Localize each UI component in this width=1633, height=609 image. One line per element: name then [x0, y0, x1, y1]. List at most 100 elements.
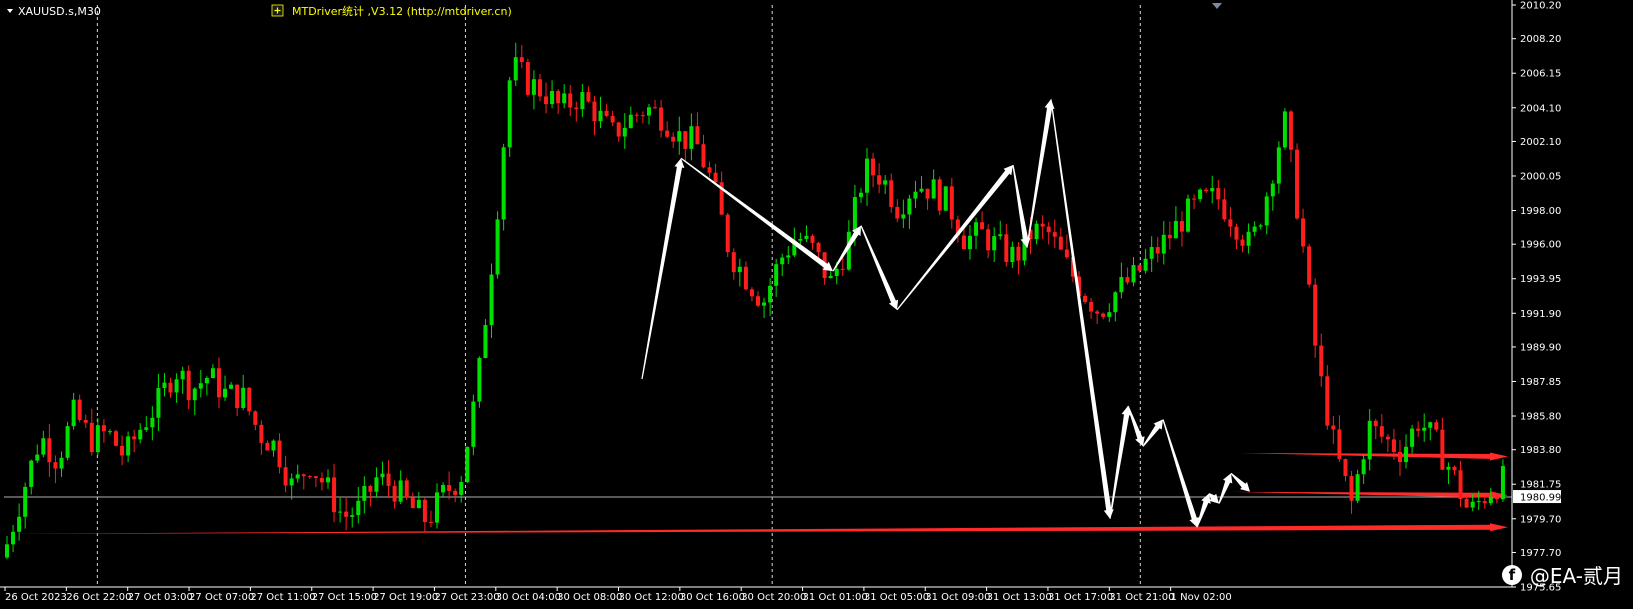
- candle-bull: [513, 57, 518, 81]
- candle-bear: [332, 477, 337, 513]
- candle-bear: [665, 130, 670, 137]
- watermark: f @EA-贰月: [1501, 560, 1623, 589]
- candle-bear: [1222, 199, 1227, 220]
- candle-bull: [1198, 189, 1203, 200]
- chart-canvas[interactable]: 2010.20 2008.20 2006.15 2004.10 2002.10 2000.…: [0, 0, 1633, 605]
- candle-bull: [71, 399, 76, 427]
- candle-bull: [23, 486, 28, 517]
- candle-bull: [495, 219, 500, 275]
- candle-bear: [386, 473, 391, 486]
- candle-bear: [1301, 218, 1306, 247]
- candle-bear: [949, 186, 954, 220]
- candle-bull: [1186, 198, 1191, 232]
- candle-bear: [1379, 426, 1384, 437]
- zigzag-arrow: [1012, 164, 1031, 248]
- time-label: 31 Oct 01:00: [803, 592, 868, 603]
- time-label: 31 Oct 21:00: [1109, 592, 1174, 603]
- candle-bear: [871, 158, 876, 176]
- candle-bear: [1101, 313, 1106, 317]
- candle-bear: [447, 485, 452, 491]
- zigzag-arrow: [1109, 405, 1132, 519]
- price-label: 1989.90: [1520, 342, 1561, 353]
- candle-bear: [961, 235, 966, 250]
- price-label: 2000.05: [1520, 171, 1561, 182]
- candle-bear: [1385, 436, 1390, 440]
- candle-bear: [1295, 149, 1300, 219]
- candle-bull: [1264, 196, 1269, 226]
- watermark-text: @EA-贰月: [1529, 564, 1623, 588]
- candle-bear: [235, 384, 240, 408]
- candle-bear: [168, 382, 173, 393]
- indicator-label: MTDriver统计 ,V3.12 (http://mtdriver.cn): [292, 5, 512, 18]
- candle-bear: [1204, 189, 1209, 192]
- candle-bull: [1246, 231, 1251, 246]
- zigzag-arrows-layer: [641, 99, 1250, 528]
- candle-bull: [441, 485, 446, 493]
- candle-bull: [356, 500, 361, 516]
- candles-layer: [5, 42, 1505, 560]
- candle-bear: [1058, 236, 1063, 250]
- zigzag-arrow: [860, 225, 899, 310]
- candle-bull: [1476, 501, 1481, 503]
- candle-bear: [1331, 425, 1336, 430]
- zigzag-arrow: [680, 157, 833, 272]
- candle-bear: [695, 126, 700, 145]
- candle-bear: [344, 511, 349, 517]
- candle-bear: [1434, 422, 1439, 430]
- candle-bear: [519, 57, 524, 63]
- candle-bear: [1046, 226, 1051, 233]
- candle-bear: [707, 167, 712, 173]
- candle-bear: [283, 467, 288, 486]
- candle-bear: [301, 474, 306, 477]
- candle-bear: [265, 442, 270, 451]
- candle-bear: [101, 425, 106, 432]
- candle-bear: [1095, 311, 1100, 314]
- candle-bear: [410, 497, 415, 509]
- candle-bull: [1428, 422, 1433, 428]
- candle-bull: [677, 131, 682, 142]
- candle-bull: [192, 388, 197, 401]
- candle-bear: [259, 424, 264, 443]
- candle-bear: [840, 268, 845, 270]
- candle-bull: [156, 388, 161, 418]
- candle-bull: [1361, 459, 1366, 475]
- candle-bull: [1258, 225, 1263, 227]
- candle-bull: [11, 531, 16, 545]
- candle-bear: [816, 242, 821, 253]
- price-chart[interactable]: 2010.20 2008.20 2006.15 2004.10 2002.10 2000.…: [0, 0, 1633, 605]
- candle-bull: [1010, 246, 1015, 262]
- zigzag-arrow: [1142, 419, 1163, 447]
- candle-bear: [114, 431, 119, 446]
- candle-bull: [107, 431, 112, 433]
- candle-bull: [768, 285, 773, 303]
- candle-bull: [974, 222, 979, 236]
- candle-bull: [1143, 258, 1148, 271]
- price-label: 1977.70: [1520, 548, 1561, 559]
- price-label: 2004.10: [1520, 103, 1561, 114]
- candle-bull: [622, 127, 627, 137]
- candle-bear: [1313, 284, 1318, 346]
- candle-bull: [144, 427, 149, 430]
- candle-bull: [289, 478, 294, 486]
- candle-bear: [683, 131, 688, 149]
- candle-bull: [901, 214, 906, 219]
- candle-bull: [17, 516, 22, 532]
- level-lines-layer: [5, 452, 1508, 534]
- candle-bull: [804, 235, 809, 239]
- candle-bull: [29, 460, 34, 487]
- plus-icon[interactable]: [271, 4, 284, 17]
- candle-bear: [749, 289, 754, 297]
- candle-bear: [1216, 188, 1221, 200]
- candle-bear: [319, 478, 324, 483]
- candle-bull: [1173, 221, 1178, 239]
- candle-bull: [646, 107, 651, 116]
- level-arrowhead: [1490, 452, 1508, 461]
- candle-bear: [895, 206, 900, 219]
- candle-bull: [1500, 466, 1505, 500]
- candle-bear: [1240, 239, 1245, 246]
- current-price-label: 1980.99: [1520, 493, 1561, 504]
- candle-bear: [1440, 429, 1445, 470]
- zigzag-arrow: [1196, 493, 1211, 528]
- zigzag-arrow: [1050, 99, 1114, 519]
- candle-bull: [865, 158, 870, 193]
